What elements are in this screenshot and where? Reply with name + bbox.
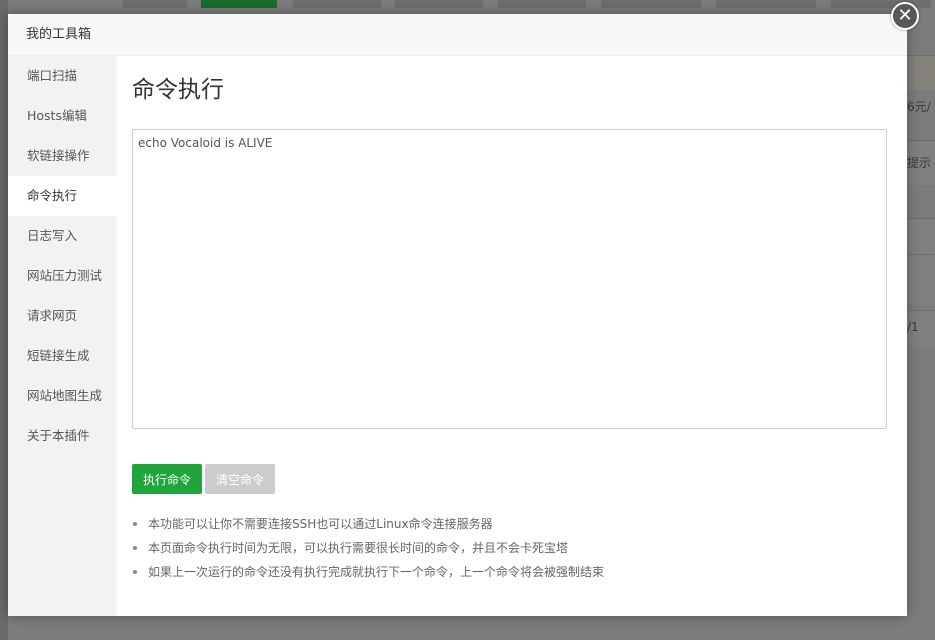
sidebar-item-symlink[interactable]: 软链接操作 — [8, 136, 117, 176]
close-icon[interactable]: ✕ — [891, 2, 919, 30]
background-notice-bar — [907, 55, 935, 90]
sidebar-item-log-write[interactable]: 日志写入 — [8, 216, 117, 256]
sidebar-item-stress-test[interactable]: 网站压力测试 — [8, 256, 117, 296]
background-page-text: /1 — [907, 320, 919, 334]
background-row — [907, 218, 935, 254]
tips-list: 本功能可以让你不需要连接SSH也可以通过Linux命令连接服务器 本页面命令执行… — [132, 512, 604, 584]
sidebar-item-short-link[interactable]: 短链接生成 — [8, 336, 117, 376]
clear-command-button[interactable]: 清空命令 — [205, 464, 275, 494]
background-tab — [395, 0, 483, 8]
background-tab — [123, 0, 187, 8]
command-panel: 命令执行 echo Vocaloid is ALIVE 执行命令 清空命令 本功… — [117, 56, 907, 616]
background-tab-active — [201, 0, 277, 8]
modal-header: 我的工具箱 — [8, 14, 907, 56]
close-symbol: ✕ — [897, 5, 913, 26]
tip-item: 本页面命令执行时间为无限，可以执行需要很长时间的命令，并且不会卡死宝塔 — [132, 536, 604, 560]
sidebar-item-sitemap[interactable]: 网站地图生成 — [8, 376, 117, 416]
sidebar-item-command-exec[interactable]: 命令执行 — [8, 176, 117, 216]
sidebar-item-hosts-edit[interactable]: Hosts编辑 — [8, 96, 117, 136]
sidebar-item-port-scan[interactable]: 端口扫描 — [8, 56, 117, 96]
run-command-button[interactable]: 执行命令 — [132, 464, 202, 494]
toolbox-modal: 我的工具箱 端口扫描 Hosts编辑 软链接操作 命令执行 日志写入 网站压力测… — [8, 14, 907, 616]
background-price-text: 6元/ — [907, 100, 931, 114]
sidebar-item-about[interactable]: 关于本插件 — [8, 416, 117, 456]
command-input[interactable]: echo Vocaloid is ALIVE — [132, 129, 887, 429]
background-tab — [716, 0, 816, 8]
background-tab — [498, 0, 586, 8]
background-left-strip — [0, 0, 8, 640]
tip-item: 如果上一次运行的命令还没有执行完成就执行下一个命令，上一个命令将会被强制结束 — [132, 560, 604, 584]
tip-item: 本功能可以让你不需要连接SSH也可以通过Linux命令连接服务器 — [132, 512, 604, 536]
toolbox-sidebar: 端口扫描 Hosts编辑 软链接操作 命令执行 日志写入 网站压力测试 请求网页… — [8, 56, 117, 616]
sidebar-item-request-page[interactable]: 请求网页 — [8, 296, 117, 336]
page-title: 命令执行 — [132, 77, 224, 103]
background-hint-text: 提示 — [907, 156, 932, 170]
modal-title: 我的工具箱 — [26, 27, 92, 42]
background-tab — [601, 0, 701, 8]
background-tab — [293, 0, 381, 8]
background-row — [907, 254, 935, 304]
